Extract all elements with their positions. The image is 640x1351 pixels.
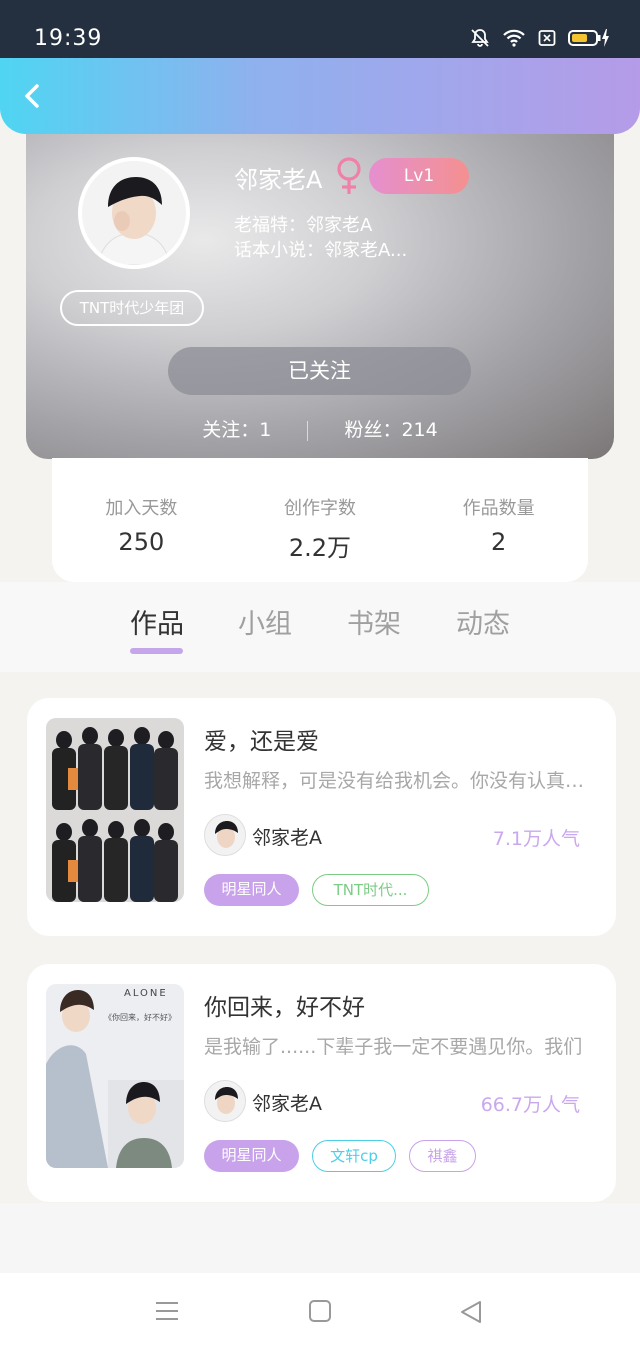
- work-tag[interactable]: 文轩cp: [312, 1140, 396, 1172]
- status-time: 19:39: [34, 26, 103, 51]
- tab-works[interactable]: 作品: [130, 602, 184, 641]
- stat-value: 2.2万: [288, 534, 352, 562]
- profile-header: 邻家老A Lv1 老福特：邻家老A 话本小说：邻家老A... TNT时代少年团 …: [26, 122, 614, 459]
- status-icons: [470, 28, 610, 52]
- work-cover: [46, 718, 184, 902]
- wifi-icon: [502, 28, 526, 52]
- author-avatar: [204, 814, 246, 856]
- stat-value: 250: [118, 528, 165, 556]
- work-author: 邻家老A: [252, 1093, 322, 1115]
- battery-icon: [568, 28, 610, 52]
- sim-icon: [538, 29, 556, 51]
- work-card[interactable]: ALONE 《你回来，好不好》 你回来，好不好 是我输了......下辈子我一定…: [27, 964, 616, 1202]
- work-author: 邻家老A: [252, 827, 322, 849]
- stat-works-count: 作品数量 2: [419, 458, 579, 582]
- avatar[interactable]: [78, 157, 190, 269]
- profile-name: 邻家老A: [234, 166, 323, 194]
- work-description: 我想解释，可是没有给我机会。你没有认真听我解释: [204, 770, 599, 792]
- work-tag[interactable]: TNT时代...: [312, 874, 429, 906]
- cover-text: 《你回来，好不好》: [104, 1013, 176, 1022]
- work-description: 是我输了......下辈子我一定不要遇见你。我们: [204, 1036, 583, 1058]
- stat-join-days: 加入天数 250: [61, 458, 221, 582]
- work-popularity: 7.1万人气: [492, 828, 580, 850]
- stat-label: 作品数量: [462, 498, 535, 519]
- stats-panel: 加入天数 250 创作字数 2.2万 作品数量 2: [52, 458, 588, 582]
- tab-bar: 作品 小组 书架 动态: [0, 582, 640, 672]
- cover-text: ALONE: [124, 988, 168, 999]
- system-nav-bar: [0, 1273, 640, 1351]
- home-icon[interactable]: [308, 1299, 332, 1327]
- level-badge: Lv1: [369, 158, 469, 194]
- work-popularity: 66.7万人气: [480, 1094, 580, 1116]
- work-tag[interactable]: 明星同人: [204, 874, 299, 906]
- stat-word-count: 创作字数 2.2万: [240, 458, 400, 582]
- follow-button[interactable]: 已关注: [168, 347, 471, 395]
- stat-label: 创作字数: [283, 498, 356, 519]
- back-triangle-icon[interactable]: [458, 1299, 484, 1329]
- follow-counts: 关注：1 粉丝：214: [26, 415, 614, 442]
- chevron-left-icon: [25, 84, 39, 108]
- tab-groups[interactable]: 小组: [238, 602, 292, 641]
- stat-value: 2: [491, 528, 507, 556]
- work-cover: ALONE 《你回来，好不好》: [46, 984, 184, 1168]
- active-tab-indicator: [130, 648, 183, 654]
- group-tag[interactable]: TNT时代少年团: [60, 290, 204, 326]
- following-count[interactable]: 关注：1: [202, 419, 271, 441]
- list-footer: [0, 1203, 640, 1273]
- work-title: 你回来，好不好: [204, 995, 365, 1021]
- work-tag[interactable]: 明星同人: [204, 1140, 299, 1172]
- lofter-account: 老福特：邻家老A: [234, 215, 373, 236]
- work-tag[interactable]: 祺鑫: [409, 1140, 476, 1172]
- menu-icon[interactable]: [154, 1299, 180, 1327]
- divider: [307, 420, 309, 441]
- female-icon: [334, 156, 364, 200]
- fans-count[interactable]: 粉丝：214: [344, 419, 437, 441]
- mute-bell-icon: [470, 28, 490, 52]
- author-avatar: [204, 1080, 246, 1122]
- stat-label: 加入天数: [105, 498, 178, 519]
- tab-bookshelf[interactable]: 书架: [347, 602, 401, 641]
- top-app-bar: [0, 58, 640, 134]
- back-button[interactable]: [18, 78, 50, 114]
- tab-activity[interactable]: 动态: [456, 602, 510, 641]
- work-card[interactable]: 爱，还是爱 我想解释，可是没有给我机会。你没有认真听我解释 邻家老A 7.1万人…: [27, 698, 616, 936]
- novel-account: 话本小说：邻家老A...: [234, 240, 408, 261]
- status-bar: 19:39: [0, 0, 640, 58]
- work-title: 爱，还是爱: [204, 729, 319, 755]
